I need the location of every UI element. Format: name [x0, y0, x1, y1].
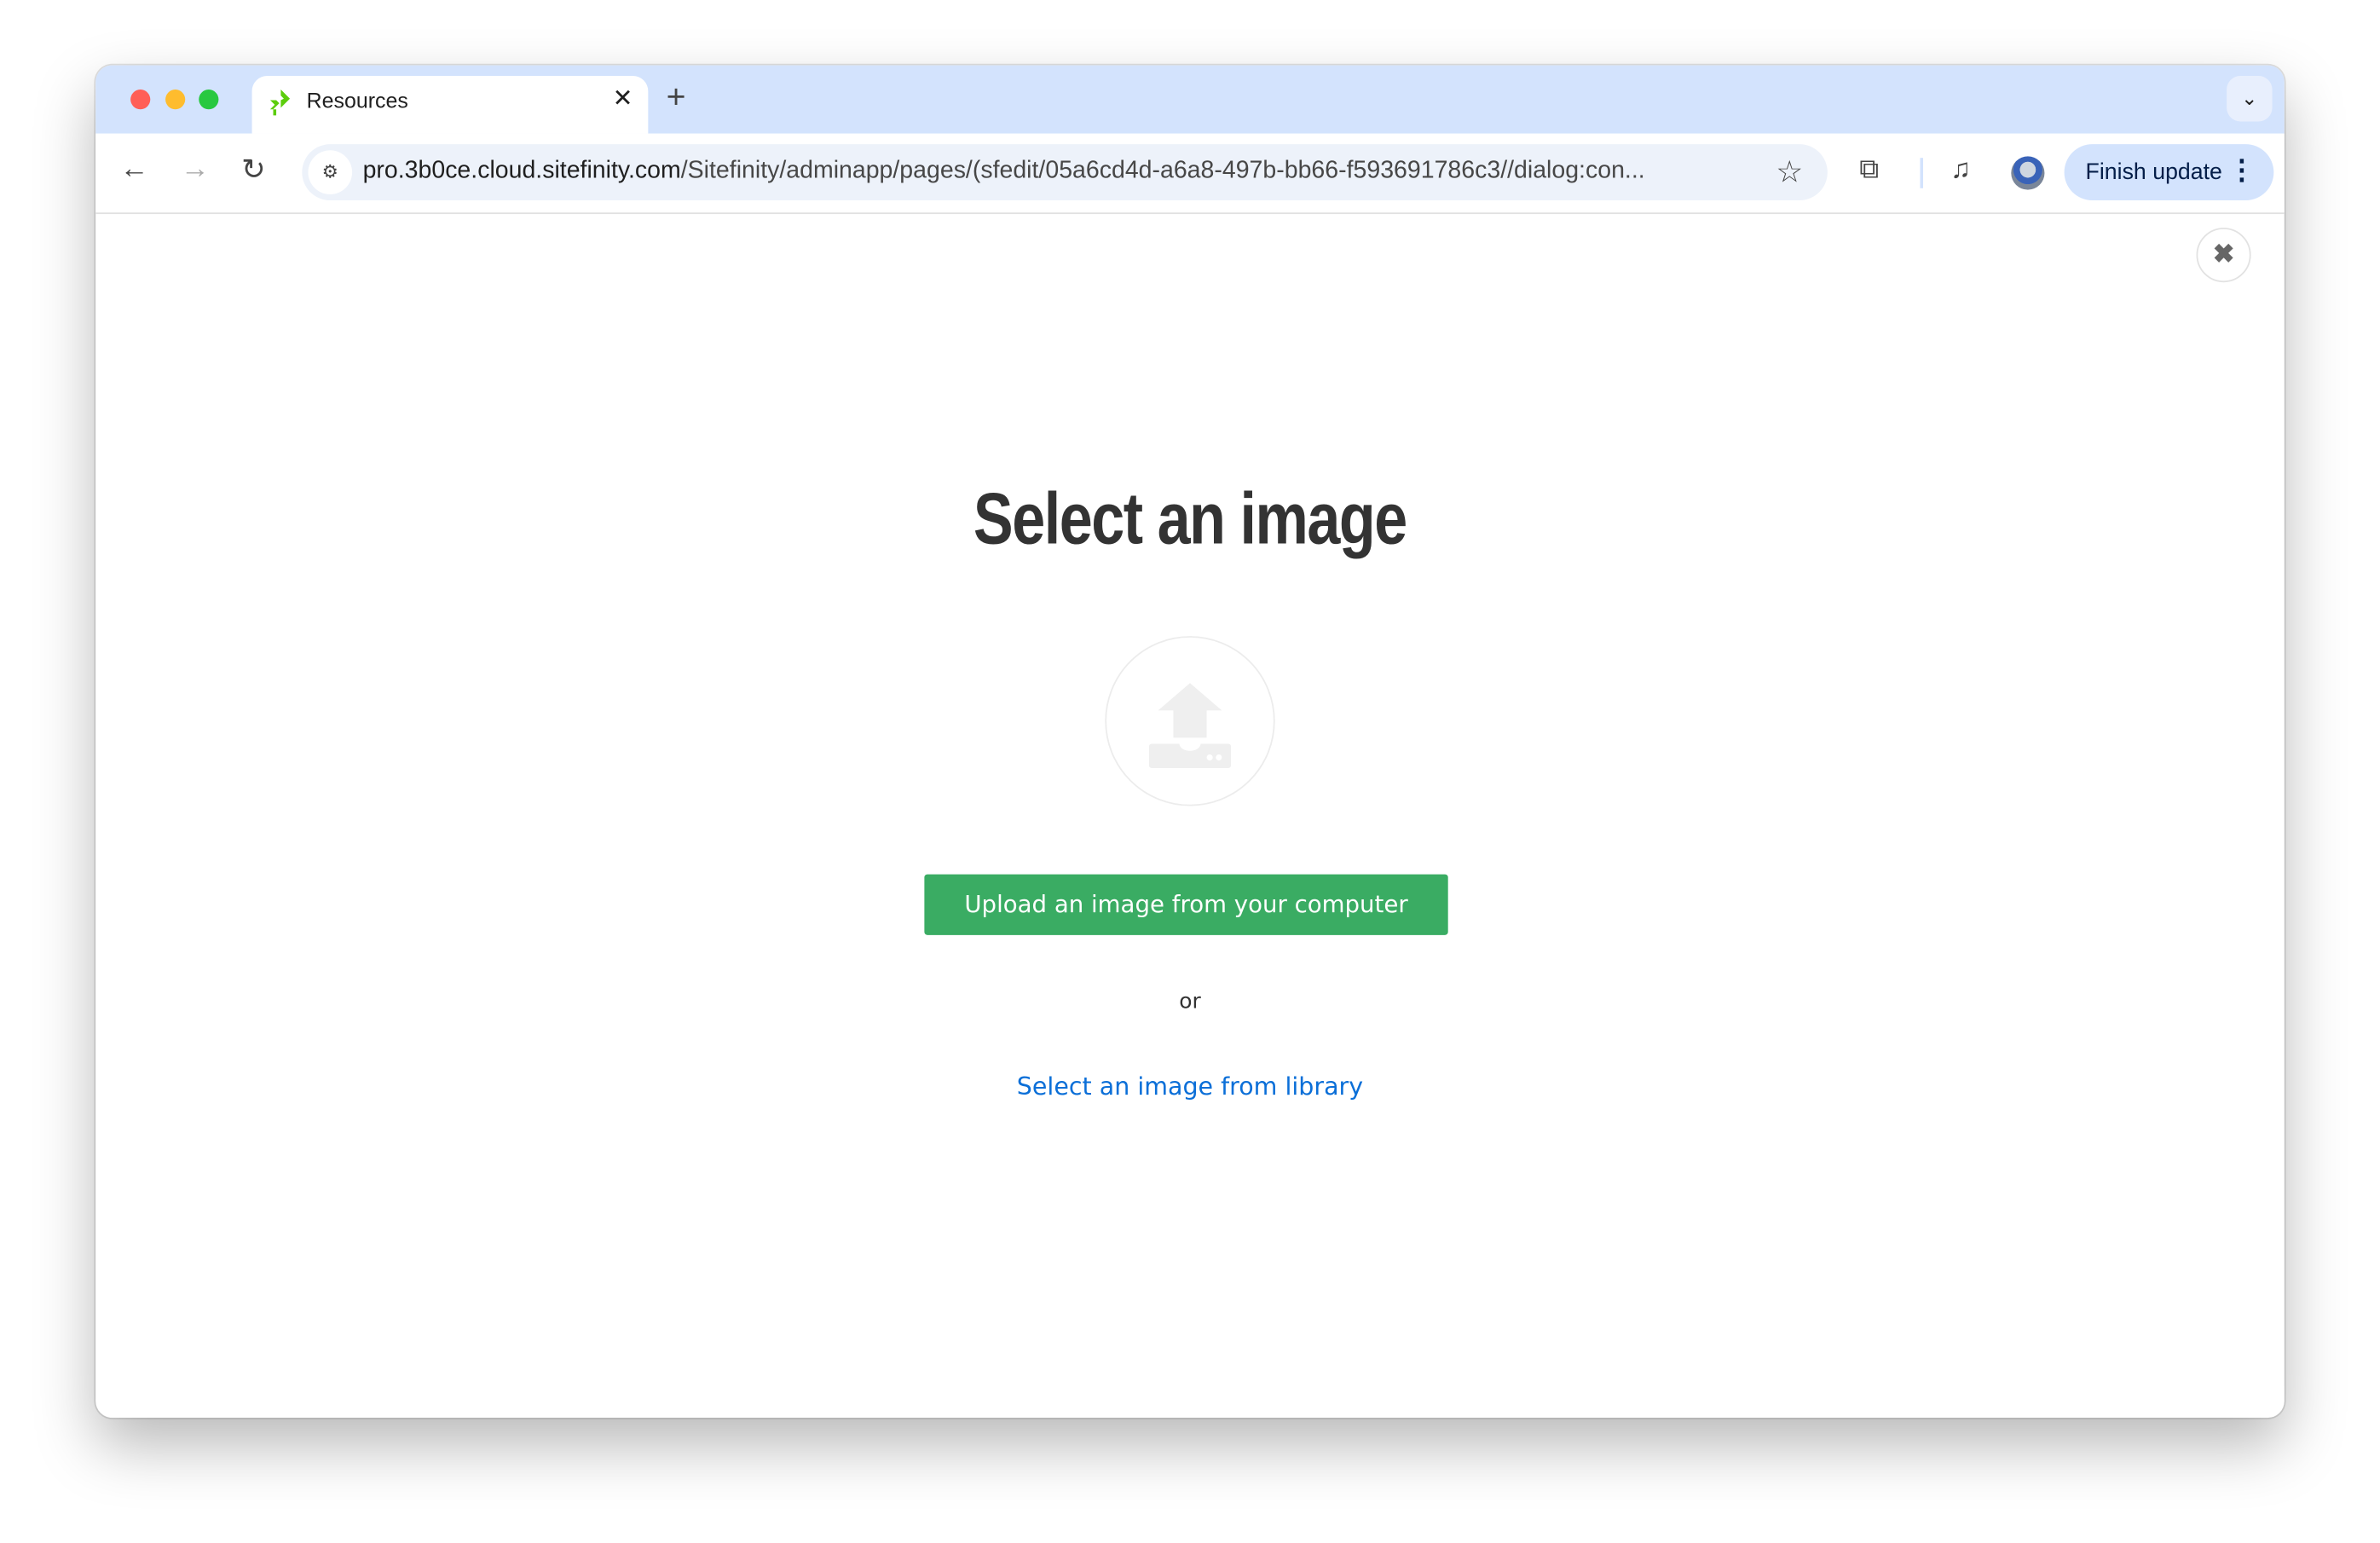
url-path: /Sitefinity/adminapp/pages/(sfedit/05a6c…: [680, 158, 1645, 184]
reload-button[interactable]: ↻: [241, 153, 265, 188]
site-info-icon[interactable]: ⚙: [308, 150, 353, 194]
media-controls-icon[interactable]: ♫: [1950, 153, 1971, 185]
back-button[interactable]: ←: [120, 153, 149, 187]
tab-close-icon[interactable]: ✕: [613, 84, 633, 114]
toolbar: ← → ↻ ⚙ pro.3b0ce.cloud.sitefinity.com/S…: [95, 133, 2285, 215]
close-icon: ✖: [2212, 240, 2235, 269]
finish-update-label: Finish update: [2085, 159, 2222, 186]
forward-button[interactable]: →: [181, 153, 210, 187]
finish-update-button[interactable]: Finish update ⋮: [2064, 144, 2274, 201]
toolbar-divider: [1920, 158, 1924, 188]
browser-window: Resources ✕ + ⌄ ← → ↻ ⚙ pro.3b0ce.cloud.…: [95, 65, 2285, 1419]
more-menu-icon[interactable]: ⋮: [2228, 155, 2256, 187]
url-host: pro.3b0ce.cloud.sitefinity.com: [362, 158, 681, 184]
select-from-library-link[interactable]: Select an image from library: [95, 1072, 2285, 1101]
upload-illustration: [1105, 636, 1275, 806]
tab-search-button[interactable]: ⌄: [2227, 76, 2273, 122]
upload-icon: [1148, 683, 1232, 768]
image-selector-dialog: ✖ Select an image Upload an image from y…: [95, 214, 2285, 1418]
chevron-down-icon: ⌄: [2241, 86, 2258, 110]
tab-resources[interactable]: Resources ✕: [251, 76, 649, 134]
library-link-text[interactable]: Select an image from library: [1017, 1072, 1363, 1101]
dialog-close-button[interactable]: ✖: [2196, 228, 2251, 283]
extensions-puzzle-icon[interactable]: ⧉: [1859, 153, 1879, 185]
address-bar[interactable]: ⚙ pro.3b0ce.cloud.sitefinity.com/Sitefin…: [302, 144, 1828, 201]
upload-image-button[interactable]: Upload an image from your computer: [924, 874, 1448, 935]
tab-title: Resources: [306, 88, 408, 113]
new-tab-button[interactable]: +: [667, 78, 686, 117]
tab-strip: Resources ✕ + ⌄: [95, 65, 2285, 134]
profile-avatar[interactable]: [2011, 156, 2045, 190]
maximize-window-button[interactable]: [199, 90, 219, 110]
close-window-button[interactable]: [130, 90, 151, 110]
minimize-window-button[interactable]: [165, 90, 186, 110]
sitefinity-logo-icon: [269, 90, 291, 116]
bookmark-star-icon[interactable]: ☆: [1776, 153, 1803, 192]
url-text[interactable]: pro.3b0ce.cloud.sitefinity.com/Sitefinit…: [363, 158, 1752, 185]
dialog-title: Select an image: [973, 479, 1407, 561]
or-separator: or: [1179, 989, 1201, 1014]
